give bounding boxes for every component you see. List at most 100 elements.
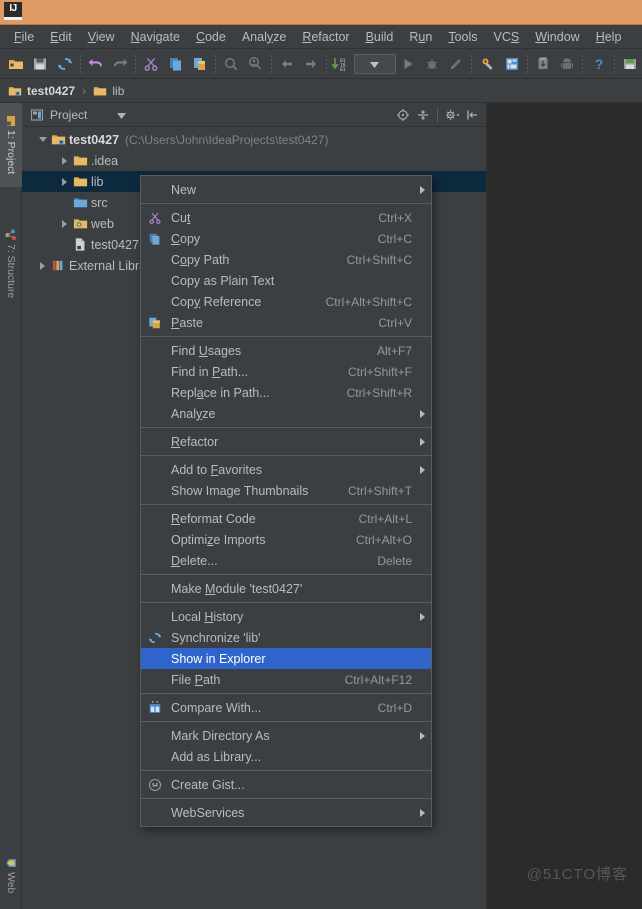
debug-icon[interactable] bbox=[420, 51, 444, 77]
menu-separator bbox=[141, 574, 431, 575]
menu-item-no-icon bbox=[145, 341, 165, 361]
menu-item-new[interactable]: New bbox=[141, 179, 431, 200]
menu-analyze[interactable]: Analyze bbox=[234, 28, 294, 46]
header-separator bbox=[437, 107, 438, 122]
menu-item-synchronize-lib[interactable]: Synchronize 'lib' bbox=[141, 627, 431, 648]
breadcrumb-item-test0427[interactable]: test0427 bbox=[8, 84, 75, 98]
menu-item-add-as-library[interactable]: Add as Library... bbox=[141, 746, 431, 767]
context-menu[interactable]: New Cut Ctrl+X Copy Ctrl+C Copy Path Ctrl+Shif… bbox=[140, 175, 432, 827]
sidebar-item-project[interactable]: 1: Project bbox=[0, 103, 22, 187]
menu-item-label: Local History bbox=[171, 609, 244, 624]
menu-item-file-path[interactable]: File Path Ctrl+Alt+F12 bbox=[141, 669, 431, 690]
run-configurations-dropdown[interactable] bbox=[354, 53, 396, 74]
menu-item-delete[interactable]: Delete... Delete bbox=[141, 550, 431, 571]
toggle-bookmarks-icon[interactable]: 01 10 01 bbox=[330, 51, 354, 77]
menu-item-show-image-thumbnails[interactable]: Show Image Thumbnails Ctrl+Shift+T bbox=[141, 480, 431, 501]
find-usages-icon[interactable] bbox=[243, 51, 267, 77]
paste-icon[interactable] bbox=[188, 51, 212, 77]
project-view-chevron-down-icon[interactable] bbox=[117, 106, 127, 124]
menu-item-analyze[interactable]: Analyze bbox=[141, 403, 431, 424]
menu-item-optimize-imports[interactable]: Optimize Imports Ctrl+Alt+O bbox=[141, 529, 431, 550]
locate-icon[interactable] bbox=[393, 105, 413, 125]
tree-expand-arrow-icon[interactable] bbox=[58, 150, 71, 171]
open-project-icon[interactable] bbox=[4, 51, 28, 77]
menu-code[interactable]: Code bbox=[188, 28, 234, 46]
project-structure-icon[interactable] bbox=[475, 51, 499, 77]
menu-item-copy-reference[interactable]: Copy Reference Ctrl+Alt+Shift+C bbox=[141, 291, 431, 312]
menu-item-paste[interactable]: Paste Ctrl+V bbox=[141, 312, 431, 333]
menu-view[interactable]: View bbox=[80, 28, 123, 46]
menu-item-add-to-favorites[interactable]: Add to Favorites bbox=[141, 459, 431, 480]
menu-item-no-icon bbox=[145, 747, 165, 767]
menu-item-find-usages[interactable]: Find Usages Alt+F7 bbox=[141, 340, 431, 361]
menu-item-reformat-code[interactable]: Reformat Code Ctrl+Alt+L bbox=[141, 508, 431, 529]
menu-item-shortcut: Ctrl+Shift+R bbox=[346, 385, 412, 400]
android-sync-icon[interactable] bbox=[618, 51, 642, 77]
toolbar-separator bbox=[215, 54, 217, 73]
menu-item-copy[interactable]: Copy Ctrl+C bbox=[141, 228, 431, 249]
sidebar-item-project-label: 1: Project bbox=[5, 130, 17, 175]
menu-file[interactable]: File bbox=[6, 28, 42, 46]
hide-icon[interactable] bbox=[462, 105, 482, 125]
settings-gear-icon[interactable] bbox=[442, 105, 462, 125]
back-icon[interactable] bbox=[275, 51, 299, 77]
menu-item-no-icon bbox=[145, 509, 165, 529]
save-all-icon[interactable] bbox=[28, 51, 52, 77]
menu-item-no-icon bbox=[145, 180, 165, 200]
cut-icon[interactable] bbox=[139, 51, 163, 77]
menu-window[interactable]: Window bbox=[527, 28, 587, 46]
menu-item-shortcut: Ctrl+D bbox=[377, 700, 412, 715]
menu-vcs[interactable]: VCS bbox=[486, 28, 528, 46]
tree-node-test0427[interactable]: test0427 (C:\Users\John\IdeaProjects\test… bbox=[22, 129, 486, 150]
menu-item-show-in-explorer[interactable]: Show in Explorer bbox=[141, 648, 431, 669]
copy-icon bbox=[145, 229, 165, 249]
collapse-all-icon[interactable] bbox=[413, 105, 433, 125]
menu-item-label: Add to Favorites bbox=[171, 462, 263, 477]
menu-navigate[interactable]: Navigate bbox=[123, 28, 188, 46]
menu-item-make-module-test0427[interactable]: Make Module 'test0427' bbox=[141, 578, 431, 599]
avd-manager-icon[interactable] bbox=[555, 51, 579, 77]
sidebar-item-structure[interactable]: 7: Structure bbox=[0, 213, 22, 315]
help-icon[interactable]: ? bbox=[586, 51, 610, 77]
menu-item-local-history[interactable]: Local History bbox=[141, 606, 431, 627]
copy-icon[interactable] bbox=[164, 51, 188, 77]
menu-tools[interactable]: Tools bbox=[440, 28, 485, 46]
menu-item-copy-as-plain-text[interactable]: Copy as Plain Text bbox=[141, 270, 431, 291]
find-icon[interactable] bbox=[219, 51, 243, 77]
menu-item-replace-in-path[interactable]: Replace in Path... Ctrl+Shift+R bbox=[141, 382, 431, 403]
run-icon[interactable] bbox=[396, 51, 420, 77]
synchronize-icon[interactable] bbox=[53, 51, 77, 77]
sidebar-item-web[interactable]: Web bbox=[0, 853, 22, 897]
tree-expand-arrow-icon[interactable] bbox=[36, 129, 49, 150]
menu-item-refactor[interactable]: Refactor bbox=[141, 431, 431, 452]
menu-item-create-gist[interactable]: Create Gist... bbox=[141, 774, 431, 795]
menu-refactor[interactable]: Refactor bbox=[294, 28, 357, 46]
tree-expand-arrow-icon[interactable] bbox=[36, 255, 49, 276]
menu-item-compare-with[interactable]: Compare With... Ctrl+D bbox=[141, 697, 431, 718]
menu-build[interactable]: Build bbox=[358, 28, 402, 46]
menu-run[interactable]: Run bbox=[401, 28, 440, 46]
breadcrumb-item-lib[interactable]: lib bbox=[93, 84, 124, 98]
menu-item-cut[interactable]: Cut Ctrl+X bbox=[141, 207, 431, 228]
source-folder-icon bbox=[71, 192, 89, 213]
menu-item-webservices[interactable]: WebServices bbox=[141, 802, 431, 823]
menu-item-no-icon bbox=[145, 530, 165, 550]
tree-expand-arrow-icon[interactable] bbox=[58, 213, 71, 234]
menu-item-shortcut: Delete bbox=[377, 553, 412, 568]
undo-icon[interactable] bbox=[84, 51, 108, 77]
menu-edit[interactable]: Edit bbox=[42, 28, 80, 46]
settings-icon[interactable] bbox=[500, 51, 524, 77]
tree-expand-arrow-icon[interactable] bbox=[58, 171, 71, 192]
sdk-manager-icon[interactable] bbox=[531, 51, 555, 77]
tree-node-idea[interactable]: .idea bbox=[22, 150, 486, 171]
compare-icon bbox=[145, 698, 165, 718]
menu-help[interactable]: Help bbox=[588, 28, 630, 46]
forward-icon[interactable] bbox=[299, 51, 323, 77]
menu-item-mark-directory-as[interactable]: Mark Directory As bbox=[141, 725, 431, 746]
coverage-icon[interactable] bbox=[444, 51, 468, 77]
menu-item-copy-path[interactable]: Copy Path Ctrl+Shift+C bbox=[141, 249, 431, 270]
menu-item-find-in-path[interactable]: Find in Path... Ctrl+Shift+F bbox=[141, 361, 431, 382]
submenu-arrow-icon bbox=[420, 437, 425, 446]
redo-icon[interactable] bbox=[108, 51, 132, 77]
project-panel-title: Project bbox=[50, 107, 88, 122]
